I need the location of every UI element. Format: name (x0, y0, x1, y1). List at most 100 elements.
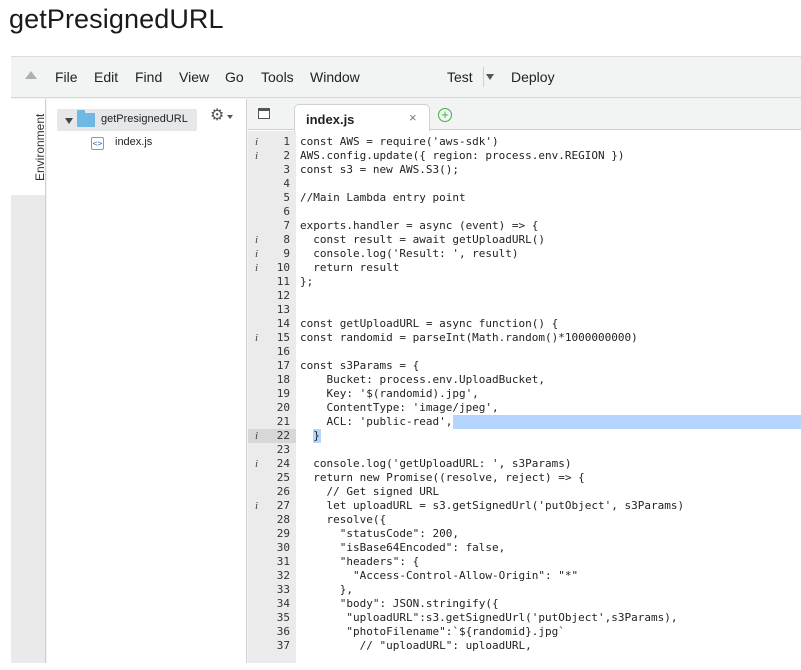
code-line[interactable]: 28 resolve({ (248, 513, 801, 527)
code-line[interactable]: i 15 const randomid = parseInt(Math.random… (248, 331, 801, 345)
code-line[interactable]: 36 "photoFilename":`${randomid}.jpg` (248, 625, 801, 639)
menu-window[interactable]: Window (310, 69, 360, 85)
code-line[interactable]: 18 Bucket: process.env.UploadBucket, (248, 373, 801, 387)
menu-file[interactable]: File (55, 69, 78, 85)
code-line[interactable]: 23 (248, 443, 801, 457)
code-text[interactable]: }, (300, 583, 353, 597)
code-text[interactable]: AWS.config.update({ region: process.env.… (300, 149, 625, 163)
code-line[interactable]: 5 //Main Lambda entry point (248, 191, 801, 205)
line-number: 22 (276, 429, 290, 442)
code-line[interactable]: i 22 } (248, 429, 801, 443)
test-dropdown-caret-icon[interactable] (486, 74, 494, 80)
line-number: 19 (276, 387, 290, 400)
code-line[interactable]: 19 Key: '$(randomid).jpg', (248, 387, 801, 401)
code-line[interactable]: 6 (248, 205, 801, 219)
menu-go[interactable]: Go (225, 69, 244, 85)
code-text[interactable]: console.log('Result: ', result) (300, 247, 518, 261)
code-line[interactable]: 37 // "uploadURL": uploadURL, (248, 639, 801, 653)
line-number: 34 (276, 597, 290, 610)
code-text[interactable]: // Get signed URL (300, 485, 439, 499)
code-line[interactable]: 31 "headers": { (248, 555, 801, 569)
code-text[interactable]: let uploadURL = s3.getSignedUrl('putObje… (300, 499, 684, 513)
code-text[interactable]: resolve({ (300, 513, 386, 527)
code-text[interactable]: ACL: 'public-read', (300, 415, 452, 429)
line-number: 36 (276, 625, 290, 638)
code-text[interactable]: const s3Params = { (300, 359, 419, 373)
code-text[interactable]: const result = await getUploadURL() (300, 233, 545, 247)
environment-tab-label[interactable]: Environment (33, 114, 47, 181)
code-text[interactable]: } (300, 429, 320, 443)
code-line[interactable]: 7 exports.handler = async (event) => { (248, 219, 801, 233)
code-text[interactable]: const randomid = parseInt(Math.random()*… (300, 331, 638, 345)
menu-find[interactable]: Find (135, 69, 162, 85)
code-line[interactable]: 14 const getUploadURL = async function() … (248, 317, 801, 331)
code-line[interactable]: i9 console.log('Result: ', result) (248, 247, 801, 261)
code-line[interactable]: 16 (248, 345, 801, 359)
code-line[interactable]: 12 (248, 289, 801, 303)
menu-tools[interactable]: Tools (261, 69, 294, 85)
tab-list-icon[interactable] (258, 108, 270, 119)
code-text[interactable]: "headers": { (300, 555, 419, 569)
gear-dropdown-caret-icon[interactable] (227, 115, 233, 119)
test-button[interactable]: Test (447, 69, 473, 85)
code-line[interactable]: 21 ACL: 'public-read', (248, 415, 801, 429)
code-text[interactable]: const s3 = new AWS.S3(); (300, 163, 459, 177)
code-text[interactable]: "statusCode": 200, (300, 527, 459, 541)
code-line[interactable]: 35 "uploadURL":s3.getSignedUrl('putObjec… (248, 611, 801, 625)
code-line[interactable]: i 27 let uploadURL = s3.getSignedUrl('put… (248, 499, 801, 513)
code-text[interactable]: console.log('getUploadURL: ', s3Params) (300, 457, 571, 471)
code-area[interactable]: i 1 const AWS = require('aws-sdk') i 2 AWS.co… (248, 131, 801, 663)
code-line[interactable]: 20 ContentType: 'image/jpeg', (248, 401, 801, 415)
code-line[interactable]: 34 "body": JSON.stringify({ (248, 597, 801, 611)
code-text[interactable]: // "uploadURL": uploadURL, (300, 639, 532, 653)
collapse-menu-icon[interactable] (25, 71, 37, 79)
code-text[interactable]: exports.handler = async (event) => { (300, 219, 538, 233)
code-text[interactable]: const getUploadURL = async function() { (300, 317, 558, 331)
code-text[interactable]: ContentType: 'image/jpeg', (300, 401, 498, 415)
add-tab-icon[interactable]: + (438, 108, 452, 122)
code-text[interactable]: }; (300, 275, 313, 289)
code-line[interactable]: 4 (248, 177, 801, 191)
menu-view[interactable]: View (179, 69, 209, 85)
tab-label: index.js (306, 112, 355, 127)
code-text[interactable]: "photoFilename":`${randomid}.jpg` (300, 625, 565, 639)
js-file-icon: <> (91, 137, 104, 150)
code-text[interactable]: "body": JSON.stringify({ (300, 597, 499, 611)
code-text[interactable]: return result (300, 261, 399, 275)
code-text[interactable]: "Access-Control-Allow-Origin": "*" (300, 569, 578, 583)
expand-arrow-icon[interactable] (65, 118, 73, 124)
code-text[interactable]: "isBase64Encoded": false, (300, 541, 506, 555)
code-line[interactable]: 32 "Access-Control-Allow-Origin": "*" (248, 569, 801, 583)
gear-icon[interactable]: ⚙ (210, 108, 224, 124)
code-line[interactable]: 17 const s3Params = { (248, 359, 801, 373)
deploy-button[interactable]: Deploy (511, 69, 555, 85)
code-line[interactable]: 30 "isBase64Encoded": false, (248, 541, 801, 555)
code-line[interactable]: 26 // Get signed URL (248, 485, 801, 499)
close-icon[interactable]: × (409, 110, 417, 125)
code-line[interactable]: 3 const s3 = new AWS.S3(); (248, 163, 801, 177)
tree-root-folder[interactable]: getPresignedURL (57, 109, 197, 131)
menu-edit[interactable]: Edit (94, 69, 118, 85)
code-text[interactable]: //Main Lambda entry point (300, 191, 466, 205)
tree-file-index-js[interactable]: index.js (115, 136, 152, 148)
code-line[interactable]: 13 (248, 303, 801, 317)
line-number: 27 (276, 499, 290, 512)
code-line[interactable]: i8 const result = await getUploadURL() (248, 233, 801, 247)
code-text[interactable]: Key: '$(randomid).jpg', (300, 387, 478, 401)
code-text[interactable]: const AWS = require('aws-sdk') (300, 135, 499, 149)
code-text[interactable]: Bucket: process.env.UploadBucket, (300, 373, 545, 387)
code-text[interactable]: "uploadURL":s3.getSignedUrl('putObject',… (300, 611, 677, 625)
tab-index-js[interactable]: index.js × (294, 104, 430, 131)
code-line[interactable]: i 2 AWS.config.update({ region: process.en… (248, 149, 801, 163)
code-line[interactable]: i 1 const AWS = require('aws-sdk') (248, 135, 801, 149)
line-number: 10 (276, 261, 290, 274)
code-line[interactable]: i 24 console.log('getUploadURL: ', s3Para… (248, 457, 801, 471)
code-line[interactable]: 29 "statusCode": 200, (248, 527, 801, 541)
code-line[interactable]: 25 return new Promise((resolve, reject) … (248, 471, 801, 485)
code-line[interactable]: 11}; (248, 275, 801, 289)
code-line[interactable]: i 10 return result (248, 261, 801, 275)
line-number: 9 (283, 247, 290, 260)
page-title: getPresignedURL (9, 4, 224, 34)
code-line[interactable]: 33 }, (248, 583, 801, 597)
code-text[interactable]: return new Promise((resolve, reject) => … (300, 471, 585, 485)
